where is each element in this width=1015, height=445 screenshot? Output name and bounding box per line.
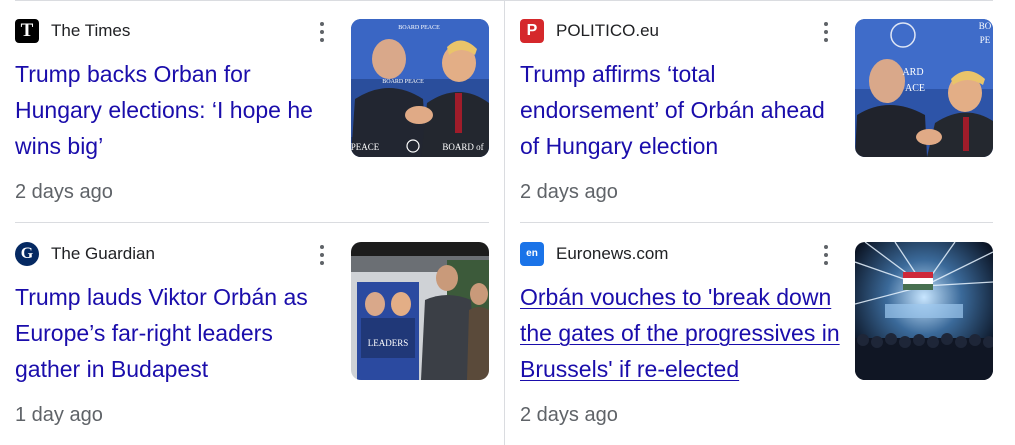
- headline-link[interactable]: Trump lauds Viktor Orbán as Europe’s far…: [15, 279, 335, 387]
- news-card-the-times[interactable]: T The Times Trump backs Orban for Hungar…: [15, 0, 493, 222]
- thumbnail-text: ACE: [905, 83, 925, 94]
- politico-logo-icon: P: [520, 19, 544, 43]
- more-vert-icon-dot: [824, 245, 828, 249]
- more-vert-icon-dot: [320, 261, 324, 265]
- thumbnail-text: BO: [979, 21, 992, 31]
- more-vert-icon-dot: [824, 30, 828, 34]
- thumbnail-text: PEACE: [351, 142, 380, 152]
- news-card-euronews[interactable]: en Euronews.com Orbán vouches to 'break …: [520, 223, 998, 445]
- source-name: The Guardian: [51, 244, 155, 263]
- headline-link[interactable]: Orbán vouches to 'break down the gates o…: [520, 279, 840, 387]
- more-vert-icon-dot: [824, 22, 828, 26]
- thumbnail-text: LEADERS: [368, 338, 409, 348]
- euronews-logo-icon: en: [520, 242, 544, 266]
- thumbnail-text: BOARD PEACE: [382, 79, 424, 85]
- more-vert-icon-dot: [320, 38, 324, 42]
- news-card-politico[interactable]: P POLITICO.eu Trump affirms ‘total endor…: [520, 0, 998, 222]
- timestamp: 2 days ago: [15, 181, 113, 203]
- more-vert-icon-dot: [320, 245, 324, 249]
- article-thumbnail[interactable]: BOARD PEACE BOARD PEACE PEACE BOARD of: [351, 19, 489, 157]
- article-thumbnail[interactable]: [855, 242, 993, 380]
- more-options-button[interactable]: [813, 242, 839, 268]
- the-times-logo-icon: T: [15, 19, 39, 43]
- news-card-the-guardian[interactable]: G The Guardian Trump lauds Viktor Orbán …: [15, 223, 493, 445]
- article-thumbnail[interactable]: LEADERS: [351, 242, 489, 380]
- favicon-glyph: P: [526, 22, 538, 39]
- favicon-glyph: en: [526, 248, 538, 259]
- favicon-glyph: G: [20, 245, 34, 262]
- more-vert-icon-dot: [320, 22, 324, 26]
- timestamp: 2 days ago: [520, 404, 618, 426]
- more-vert-icon-dot: [824, 261, 828, 265]
- source-name: Euronews.com: [556, 244, 669, 263]
- thumbnail-text: BOARD PEACE: [398, 25, 440, 31]
- source-name: The Times: [51, 21, 131, 40]
- more-options-button[interactable]: [309, 242, 335, 268]
- timestamp: 2 days ago: [520, 181, 618, 203]
- thumbnail-text: PE: [980, 35, 991, 45]
- column-divider: [504, 0, 505, 445]
- the-guardian-logo-icon: G: [15, 242, 39, 266]
- thumbnail-text: ARD: [902, 67, 923, 78]
- timestamp: 1 day ago: [15, 404, 103, 426]
- source-row: en Euronews.com: [520, 242, 668, 266]
- more-vert-icon-dot: [320, 30, 324, 34]
- favicon-glyph: T: [20, 20, 34, 41]
- headline-link[interactable]: Trump backs Orban for Hungary elections:…: [15, 56, 335, 164]
- more-options-button[interactable]: [813, 19, 839, 45]
- thumbnail-text: BOARD of: [442, 142, 483, 152]
- article-thumbnail[interactable]: ARD ACE BO PE: [855, 19, 993, 157]
- more-vert-icon-dot: [320, 253, 324, 257]
- headline-link[interactable]: Trump affirms ‘total endorsement’ of Orb…: [520, 56, 840, 164]
- more-vert-icon-dot: [824, 38, 828, 42]
- source-row: G The Guardian: [15, 242, 155, 266]
- source-row: T The Times: [15, 19, 130, 43]
- source-name: POLITICO.eu: [556, 21, 659, 40]
- more-vert-icon-dot: [824, 253, 828, 257]
- more-options-button[interactable]: [309, 19, 335, 45]
- source-row: P POLITICO.eu: [520, 19, 659, 43]
